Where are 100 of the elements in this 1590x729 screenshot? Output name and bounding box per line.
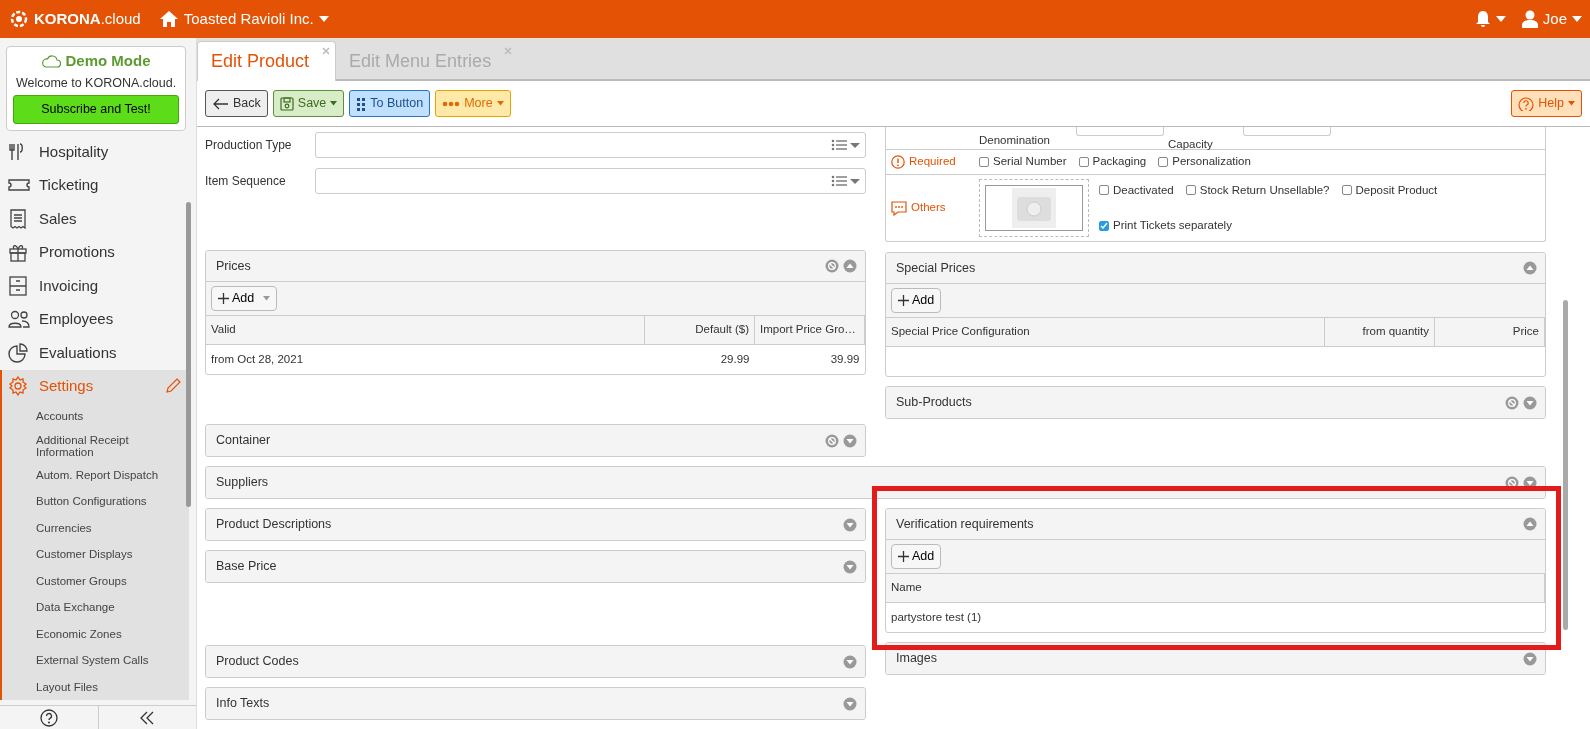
sidebar-subitem[interactable]: Additional Receipt Information — [2, 429, 189, 462]
alert-icon — [891, 155, 905, 169]
close-icon[interactable] — [322, 47, 331, 55]
column-header[interactable]: Special Price Configuration — [886, 318, 1325, 346]
checkbox[interactable] — [1099, 185, 1109, 196]
camera-icon — [1011, 187, 1057, 229]
sidebar-item[interactable]: Employees — [0, 302, 189, 336]
notifications-button[interactable] — [1474, 10, 1506, 28]
checkbox-label: Personalization — [1172, 154, 1251, 170]
list-dropdown-icon[interactable] — [831, 139, 861, 151]
section-label: Required — [909, 154, 956, 170]
panel-header[interactable]: Product Descriptions — [206, 509, 865, 540]
cloud-icon — [41, 54, 62, 69]
expand-icon[interactable] — [843, 696, 857, 711]
panel-header[interactable]: Prices — [206, 251, 865, 282]
company-selector[interactable]: Toasted Ravioli Inc. — [158, 7, 329, 31]
sidebar-subitem[interactable]: Customer Groups — [2, 567, 189, 594]
panel-header[interactable]: Sub-Products — [886, 387, 1545, 418]
sidebar-subitem[interactable]: External System Calls — [2, 647, 189, 674]
table-cell: 29.99 — [644, 344, 755, 374]
logo-icon — [8, 8, 30, 30]
checkbox-label: Deactivated — [1113, 182, 1174, 198]
panel-header[interactable]: Special Prices — [886, 253, 1545, 284]
help-icon[interactable] — [39, 708, 58, 727]
field-label: Production Type — [205, 137, 293, 154]
back-button[interactable]: Back — [205, 90, 268, 117]
comment-icon — [891, 200, 907, 216]
sidebar-item[interactable]: Evaluations — [0, 336, 189, 370]
column-header[interactable]: Default ($) — [644, 316, 755, 344]
checkbox[interactable] — [1158, 157, 1169, 167]
column-header[interactable]: Price — [1434, 318, 1545, 346]
ban-icon[interactable] — [825, 259, 839, 273]
select-field[interactable] — [315, 168, 866, 194]
welcome-text: Welcome to KORONA.cloud. — [14, 74, 178, 92]
user-menu[interactable]: Joe — [1521, 7, 1582, 31]
sidebar-item[interactable]: Hospitality — [0, 135, 189, 169]
checkbox[interactable] — [1341, 185, 1352, 196]
checkbox[interactable] — [979, 157, 989, 167]
image-placeholder[interactable] — [985, 185, 1083, 231]
brand-name: KORONA.cloud — [34, 8, 141, 29]
collapse-icon[interactable] — [140, 710, 155, 725]
ban-icon[interactable] — [825, 433, 839, 448]
plus-icon — [218, 293, 229, 304]
list-dropdown-icon[interactable] — [831, 175, 861, 187]
tab[interactable]: Edit Product — [197, 41, 337, 81]
sidebar-subitem[interactable]: Autom. Report Dispatch — [2, 461, 189, 488]
panel-header[interactable]: Verification requirements — [886, 509, 1545, 540]
save-icon — [279, 96, 294, 111]
panel-header[interactable]: Info Texts — [206, 688, 865, 719]
scrollbar-thumb[interactable] — [1563, 300, 1568, 630]
column-header[interactable]: Name — [886, 574, 1545, 602]
close-icon[interactable] — [504, 47, 513, 55]
expand-icon[interactable] — [843, 559, 857, 574]
expand-icon[interactable] — [843, 517, 857, 532]
people-icon — [8, 309, 30, 330]
panel-header[interactable]: Container — [206, 425, 865, 456]
sidebar-item[interactable]: Sales — [0, 202, 189, 236]
panel-header[interactable]: Base Price — [206, 551, 865, 582]
capacity-input[interactable] — [1242, 127, 1331, 136]
panel-header[interactable]: Suppliers — [206, 467, 1545, 498]
checkbox[interactable] — [1185, 185, 1196, 196]
pencil-icon[interactable] — [165, 378, 181, 395]
checkbox[interactable] — [1099, 220, 1109, 231]
sidebar-subitem[interactable]: Currencies — [2, 514, 189, 541]
pie-chart-icon — [8, 342, 30, 363]
checkbox-label: Serial Number — [993, 154, 1067, 170]
caret-icon — [1495, 16, 1506, 22]
denomination-input[interactable] — [1075, 127, 1164, 136]
expand-icon[interactable] — [1523, 651, 1537, 666]
add-button[interactable]: Add — [891, 288, 942, 313]
panel-header[interactable]: Product Codes — [206, 646, 865, 677]
sidebar-subitem[interactable]: Customer Displays — [2, 541, 189, 568]
caret-icon — [330, 101, 338, 106]
sidebar-item[interactable]: Ticketing — [0, 168, 189, 202]
checkbox[interactable] — [1078, 157, 1089, 167]
sidebar-subitem[interactable]: Economic Zones — [2, 620, 189, 647]
column-header[interactable]: Valid — [206, 316, 645, 344]
checkbox-label: Print Tickets separately — [1113, 218, 1232, 233]
sidebar-subitem[interactable]: Data Exchange — [2, 594, 189, 621]
sidebar-item[interactable]: Promotions — [0, 235, 189, 269]
ban-icon[interactable] — [1505, 395, 1519, 410]
sidebar-subitem[interactable]: Accounts — [2, 403, 189, 430]
sidebar-item[interactable]: Invoicing — [0, 269, 189, 303]
sidebar-subitem[interactable]: Layout Files — [2, 673, 189, 700]
expand-icon[interactable] — [1523, 395, 1537, 410]
select-field[interactable] — [315, 132, 866, 158]
add-button[interactable]: Add — [891, 544, 942, 569]
plus-icon — [898, 295, 909, 306]
save-button[interactable]: Save — [272, 90, 345, 117]
expand-icon[interactable] — [843, 433, 857, 448]
scrollbar-thumb[interactable] — [186, 202, 191, 507]
subscribe-button[interactable]: Subscribe and Test! — [13, 95, 179, 124]
add-button[interactable]: Add — [211, 286, 278, 311]
capacity-label: Capacity — [1167, 136, 1213, 152]
column-header[interactable]: Import Price Gro… — [754, 316, 865, 344]
bell-icon — [1474, 10, 1491, 28]
to-button-button[interactable]: To Button — [349, 90, 431, 117]
sidebar-subitem[interactable]: Button Configurations — [2, 488, 189, 515]
expand-icon[interactable] — [843, 654, 857, 669]
column-header[interactable]: from quantity — [1324, 318, 1435, 346]
